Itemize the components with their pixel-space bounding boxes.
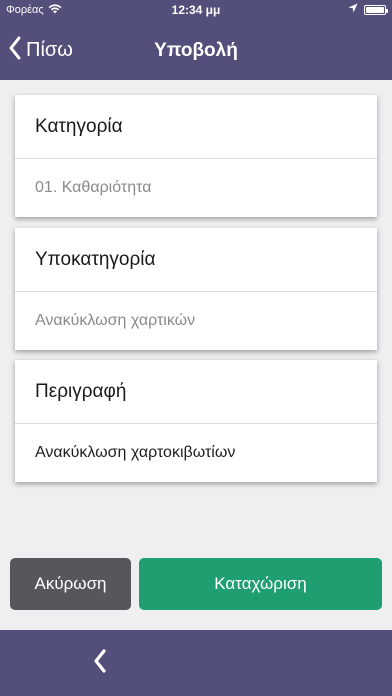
status-time: 12:34 μμ (171, 3, 221, 17)
category-label: Κατηγορία (15, 95, 377, 159)
back-label: Πίσω (26, 38, 73, 61)
navigation-bar: Πίσω Υποβολή (0, 20, 392, 80)
cancel-button[interactable]: Ακύρωση (10, 558, 131, 610)
description-field[interactable]: Ανακύκλωση χαρτοκιβωτίων (15, 424, 377, 482)
description-card[interactable]: Περιγραφή Ανακύκλωση χαρτοκιβωτίων (15, 360, 377, 482)
location-arrow-icon (348, 3, 358, 16)
chevron-left-icon (92, 648, 108, 679)
toolbar-back-button[interactable] (86, 648, 114, 678)
bottom-toolbar (0, 630, 392, 696)
subcategory-card[interactable]: Υποκατηγορία Ανακύκλωση χαρτικών (15, 228, 377, 350)
submit-button[interactable]: Καταχώριση (139, 558, 382, 610)
category-card[interactable]: Κατηγορία 01. Καθαριότητα (15, 95, 377, 217)
status-bar: Φορέας 12:34 μμ (0, 0, 392, 20)
status-right (348, 3, 388, 16)
back-button[interactable]: Πίσω (8, 33, 73, 67)
chevron-left-icon (8, 36, 22, 65)
subcategory-value[interactable]: Ανακύκλωση χαρτικών (15, 292, 377, 350)
description-label: Περιγραφή (15, 360, 377, 424)
category-value[interactable]: 01. Καθαριότητα (15, 159, 377, 217)
battery-icon (364, 4, 388, 15)
subcategory-label: Υποκατηγορία (15, 228, 377, 292)
